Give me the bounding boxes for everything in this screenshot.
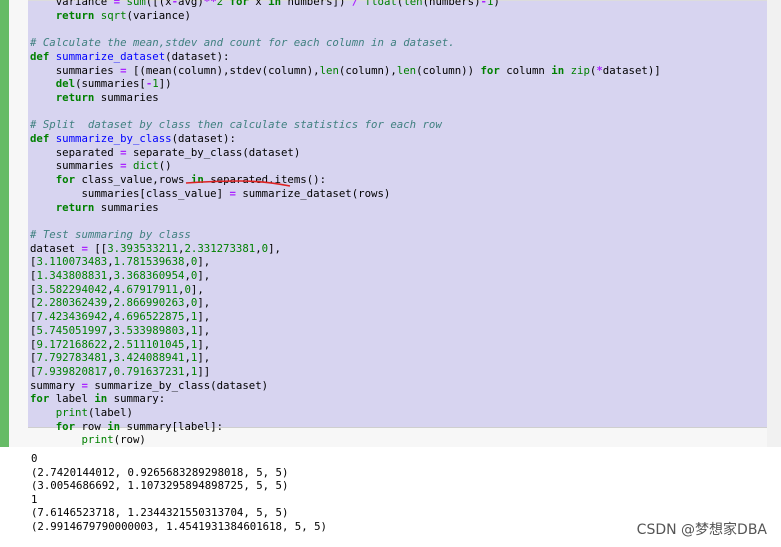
output-line: 1: [31, 492, 38, 506]
code-line: [9.172168622,2.511101045,1],: [30, 337, 211, 351]
code-line: return summaries: [55, 200, 159, 214]
code-line: return sqrt(variance): [55, 8, 191, 22]
code-line: for label in summary:: [30, 392, 166, 406]
code-line: [7.792783481,3.424088941,1],: [30, 351, 211, 365]
code-line: dataset = [[3.393533211,2.331273381,0],: [30, 241, 281, 255]
code-line: [5.745051997,3.533989803,1],: [30, 323, 211, 337]
code-line: del(summaries[-1]): [55, 77, 172, 91]
code-line: print(row): [81, 433, 146, 447]
code-cell[interactable]: variance = sum([(x-avg)**2 for x in numb…: [0, 0, 781, 447]
output-line: 0: [31, 452, 38, 465]
scrollbar[interactable]: [767, 0, 781, 447]
code-line: separated = separate_by_class(dataset): [30, 145, 301, 159]
code-line: for row in summary[label]:: [55, 419, 224, 433]
code-line: summaries = dict(): [30, 159, 172, 173]
code-comment-line: # Split dataset by class then calculate …: [30, 118, 442, 132]
code-editor[interactable]: variance = sum([(x-avg)**2 for x in numb…: [28, 0, 781, 446]
output-line: (3.0054686692, 1.1073295894898725, 5, 5): [31, 479, 289, 493]
output-line: (2.7420144012, 0.9265683289298018, 5, 5): [31, 465, 289, 479]
code-line: def summarize_by_class(dataset):: [30, 132, 236, 145]
code-line: print(label): [55, 406, 133, 419]
code-comment-line: # Test summaring by class: [30, 227, 191, 241]
code-line: [1.343808831,3.368360954,0],: [30, 269, 211, 282]
watermark: CSDN @梦想家DBA: [636, 522, 767, 538]
code-line: [2.280362439,2.866990263,0],: [30, 296, 211, 310]
code-line: summaries[class_value] = summarize_datas…: [30, 186, 391, 200]
code-comment-line: # Calculate the mean,stdev and count for…: [30, 36, 455, 50]
code-line: return summaries: [55, 90, 159, 104]
output-line: (2.9914679790000003, 1.4541931384601618,…: [31, 520, 327, 533]
code-line: [3.110073483,1.781539638,0],: [30, 255, 211, 269]
code-line: def summarize_dataset(dataset):: [30, 49, 230, 63]
code-line: summary = summarize_by_class(dataset): [30, 378, 269, 392]
output-line: (7.6146523718, 1.2344321550313704, 5, 5): [31, 506, 289, 520]
code-line: for class_value,rows in separated.items(…: [55, 173, 327, 187]
code-line: [3.582294042,4.67917911,0],: [30, 282, 204, 296]
code-line: variance = sum([(x-avg)**2 for x in numb…: [30, 0, 500, 8]
code-line: [7.423436942,4.696522875,1],: [30, 310, 211, 324]
code-line: [7.939820817,0.791637231,1]]: [30, 364, 211, 378]
code-line: summaries = [(mean(column),stdev(column)…: [30, 63, 661, 77]
cell-selection-bar: [0, 0, 9, 447]
